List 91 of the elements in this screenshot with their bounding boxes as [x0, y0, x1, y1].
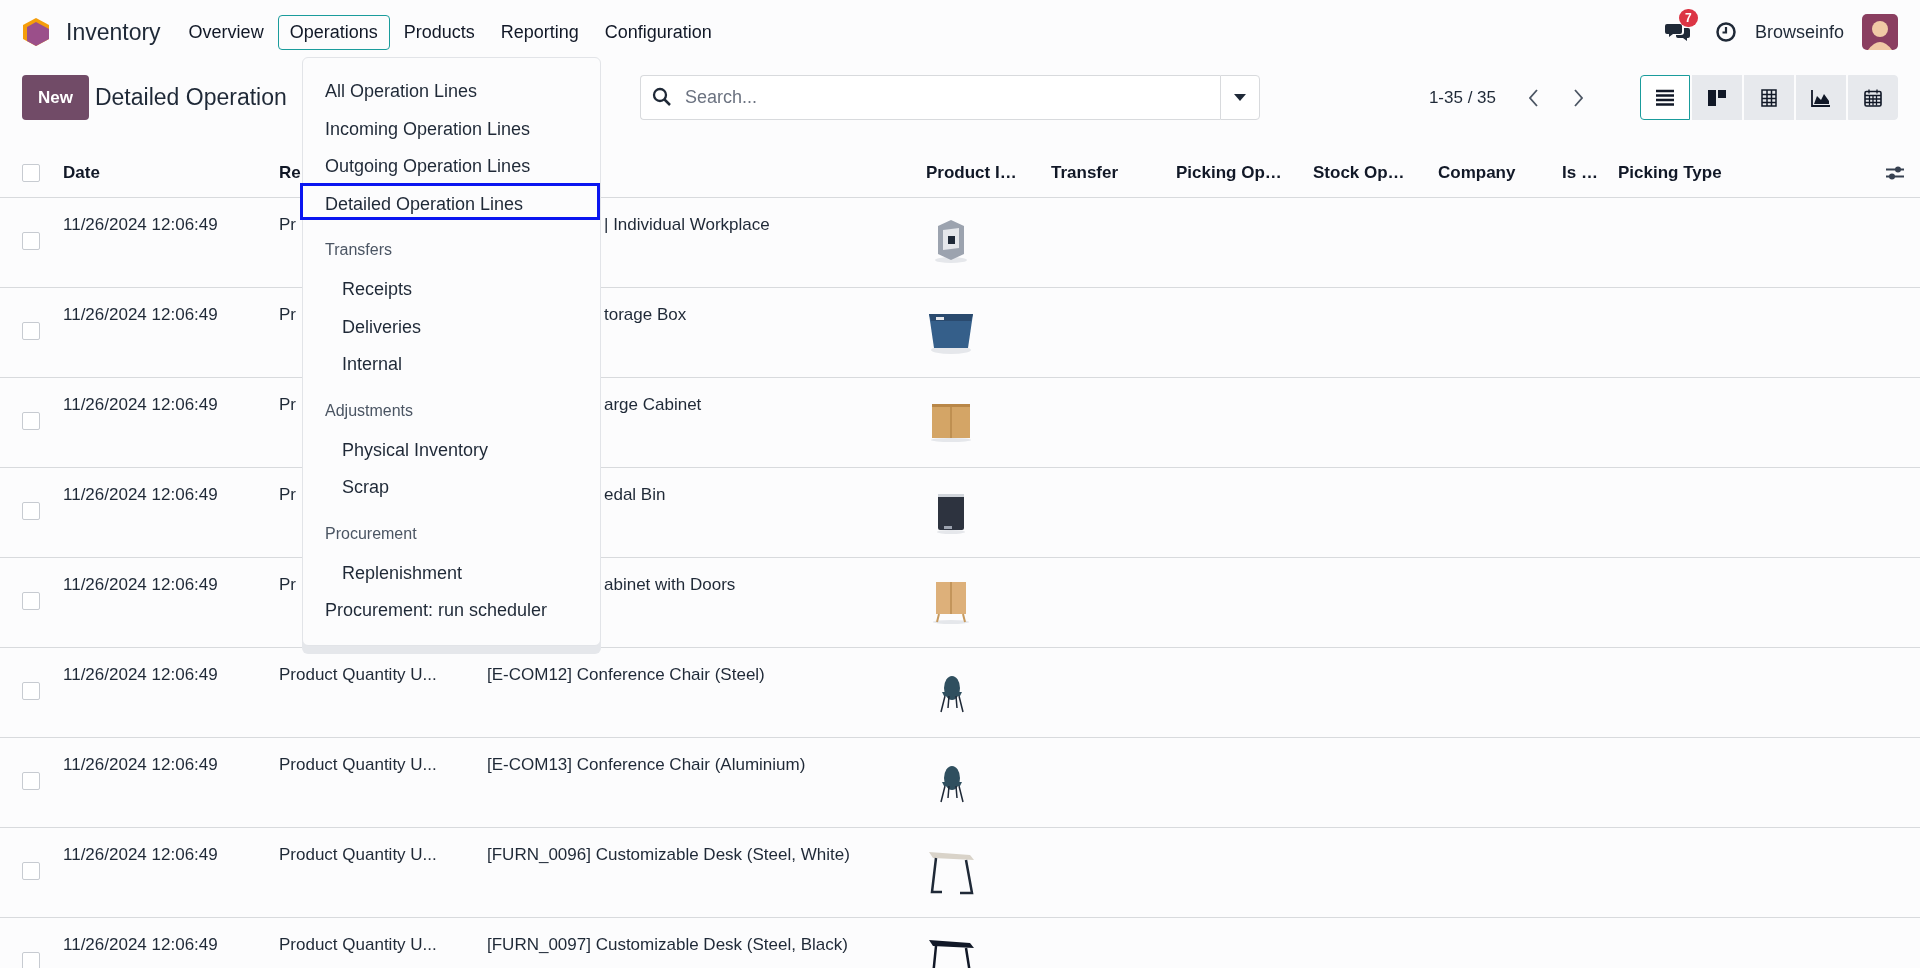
row-checkbox[interactable]: [22, 592, 40, 610]
column-header[interactable]: Date: [63, 160, 279, 185]
list-view-button[interactable]: [1640, 75, 1690, 120]
product-cell: [E-COM12] Conference Chair (Steel): [487, 665, 765, 684]
row-checkbox[interactable]: [22, 682, 40, 700]
calendar-icon: [1863, 88, 1883, 107]
chevron-right-icon: [1573, 88, 1583, 107]
menu-entry[interactable]: Incoming Operation Lines: [300, 107, 600, 145]
reference-cell: Pr: [279, 395, 296, 414]
product-cell: arge Cabinet: [604, 395, 702, 414]
reference-cell: Pr: [279, 215, 296, 234]
app-name[interactable]: Inventory: [66, 18, 161, 46]
user-name[interactable]: Browseinfo: [1754, 21, 1844, 43]
product-cell: edal Bin: [604, 485, 666, 504]
row-checkbox[interactable]: [22, 502, 40, 520]
product-cell: | Individual Workplace: [604, 215, 770, 234]
menu-item[interactable]: Products: [391, 14, 487, 50]
menu-entry[interactable]: Detailed Operation Lines: [300, 182, 600, 220]
chevron-left-icon: [1529, 88, 1539, 107]
menu-item[interactable]: Operations: [277, 14, 390, 50]
date-cell: 11/26/2024 12:06:49: [63, 305, 218, 324]
new-button[interactable]: New: [22, 75, 89, 120]
app-logo-icon[interactable]: [22, 17, 50, 47]
date-cell: 11/26/2024 12:06:49: [63, 575, 218, 594]
menu-section-header: Procurement: [324, 523, 418, 544]
notification-badge: 7: [1678, 9, 1698, 27]
column-header[interactable]: Transfer: [1051, 160, 1176, 185]
menu-entry[interactable]: Outgoing Operation Lines: [300, 145, 600, 183]
list-icon: [1655, 88, 1675, 107]
row-checkbox[interactable]: [22, 232, 40, 250]
menu-section-header: Adjustments: [324, 400, 415, 421]
date-cell: 11/26/2024 12:06:49: [63, 485, 218, 504]
product-cell: torage Box: [604, 305, 687, 324]
chat-icon[interactable]: [1664, 21, 1691, 43]
product-cell: [E-COM13] Conference Chair (Aluminium): [487, 755, 806, 774]
search-options-button[interactable]: [1219, 75, 1260, 120]
menu-section-header: Transfers: [324, 240, 393, 260]
pivot-view-button[interactable]: [1744, 75, 1794, 120]
menu-item[interactable]: Reporting: [488, 14, 591, 50]
settings-icon[interactable]: [1885, 164, 1905, 181]
date-cell: 11/26/2024 12:06:49: [63, 395, 218, 414]
date-cell: 11/26/2024 12:06:49: [63, 215, 218, 234]
row-checkbox[interactable]: [22, 952, 40, 968]
clock-icon[interactable]: [1714, 21, 1737, 43]
graph-view-button[interactable]: [1796, 75, 1846, 120]
search-icon: [651, 87, 672, 107]
row-checkbox[interactable]: [22, 862, 40, 880]
reference-cell: Product Quantity U...: [279, 755, 437, 774]
menu-item[interactable]: Configuration: [592, 14, 724, 50]
reference-cell: Product Quantity U...: [279, 845, 437, 864]
reference-cell: Product Quantity U...: [279, 935, 437, 954]
column-header[interactable]: Company: [1438, 160, 1562, 185]
menu-item[interactable]: Overview: [176, 14, 276, 50]
search-field[interactable]: Search...: [639, 75, 1220, 120]
reference-cell: Pr: [279, 575, 296, 594]
area-chart-icon: [1811, 88, 1831, 107]
pager-value[interactable]: 1-35 / 35: [1428, 75, 1496, 120]
date-cell: 11/26/2024 12:06:49: [63, 845, 218, 864]
calendar-view-button[interactable]: [1848, 75, 1898, 120]
caret-icon: [1233, 93, 1246, 102]
menu-entry[interactable]: Receipts: [300, 268, 600, 306]
kanban-icon: [1707, 88, 1727, 107]
column-header[interactable]: Is …: [1562, 160, 1618, 185]
reference-cell: Pr: [279, 305, 296, 324]
row-checkbox[interactable]: [22, 412, 40, 430]
row-checkbox[interactable]: [22, 772, 40, 790]
column-header[interactable]: Picking Type: [1618, 160, 1870, 185]
avatar[interactable]: [1862, 14, 1898, 50]
reference-cell: Pr: [279, 485, 296, 504]
date-cell: 11/26/2024 12:06:49: [63, 755, 218, 774]
column-header[interactable]: Product I…: [926, 160, 1051, 185]
menu-entry[interactable]: Internal: [300, 343, 600, 381]
product-cell: [FURN_0097] Customizable Desk (Steel, Black): [487, 935, 848, 954]
reference-cell: Product Quantity U...: [279, 665, 437, 684]
column-header[interactable]: Picking Op…: [1176, 160, 1313, 185]
date-cell: 11/26/2024 12:06:49: [63, 665, 218, 684]
page-title: Detailed Operation: [94, 84, 287, 110]
date-cell: 11/26/2024 12:06:49: [63, 935, 218, 954]
menu-entry[interactable]: All Operation Lines: [300, 70, 600, 108]
product-cell: [FURN_0096] Customizable Desk (Steel, White): [487, 845, 850, 864]
grid-icon: [1759, 88, 1779, 107]
row-checkbox[interactable]: [22, 322, 40, 340]
menu-entry[interactable]: Physical Inventory: [300, 428, 600, 466]
menu-entry[interactable]: Scrap: [300, 466, 600, 504]
column-header[interactable]: Stock Op…: [1313, 160, 1438, 185]
kanban-view-button[interactable]: [1692, 75, 1742, 120]
product-cell: abinet with Doors: [604, 575, 736, 594]
menu-entry[interactable]: Deliveries: [300, 305, 600, 343]
menu-entry[interactable]: Replenishment: [300, 551, 600, 589]
select-all-checkbox[interactable]: [22, 163, 40, 182]
menu-entry[interactable]: Procurement: run scheduler: [300, 589, 600, 627]
